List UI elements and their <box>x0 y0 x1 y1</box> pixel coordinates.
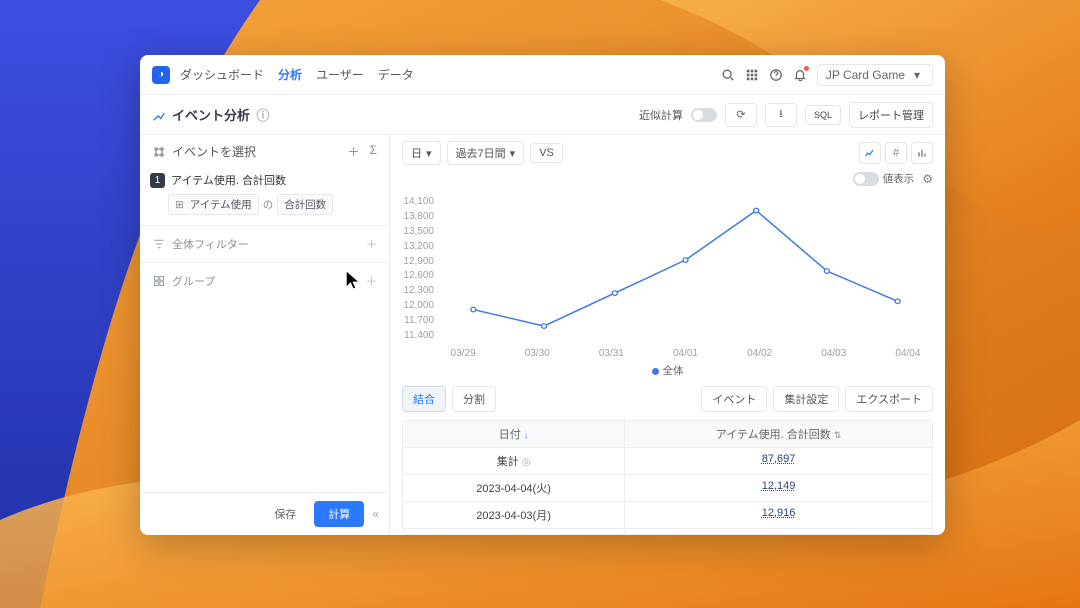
workspace-name: JP Card Game <box>826 68 905 82</box>
download-icon: ⭳ <box>774 108 788 122</box>
chevron-down-icon: ▾ <box>910 68 924 82</box>
page-header: イベント分析 ⓘ 近似計算 ⟳ ⭳ SQL レポート管理 <box>140 95 945 135</box>
add-filter-button[interactable]: ＋ <box>366 236 377 252</box>
filter-icon <box>152 237 166 251</box>
compute-button[interactable]: 計算 <box>314 501 364 527</box>
info-icon[interactable]: ⓘ <box>256 108 270 122</box>
app-topbar: ◑ ダッシュボード 分析 ユーザー データ JP Card Game ▾ <box>140 55 945 95</box>
event-block: 1 アイテム使用. 合計回数 ⊞ アイテム使用 の 合計回数 <box>140 168 389 225</box>
vs-button[interactable]: VS <box>530 143 563 163</box>
table-tab-split[interactable]: 分割 <box>452 386 496 412</box>
chart-type-line-button[interactable] <box>859 142 881 164</box>
time-range-select[interactable]: 過去7日間▾ <box>447 141 525 165</box>
workspace-select[interactable]: JP Card Game ▾ <box>817 64 933 86</box>
bell-icon[interactable] <box>793 68 807 82</box>
chart-type-bar-button[interactable] <box>911 142 933 164</box>
refresh-icon: ⟳ <box>734 108 748 122</box>
row-value[interactable]: 12,916 <box>625 502 932 528</box>
sort-icon: ⇅ <box>834 430 842 440</box>
row-label: 2023-04-04(火) <box>403 475 625 501</box>
event-chip-name[interactable]: ⊞ アイテム使用 <box>168 194 259 215</box>
collapse-left-icon[interactable]: « <box>372 507 379 521</box>
page-title: イベント分析 <box>172 105 250 124</box>
time-grain-select[interactable]: 日▾ <box>402 141 441 165</box>
chart-area: 14,10013,80013,50013,20012,90012,60012,3… <box>390 190 945 359</box>
global-filter-label[interactable]: 全体フィルター <box>172 236 249 252</box>
value-display-toggle[interactable]: 値表示 <box>853 171 915 186</box>
event-chip-metric[interactable]: 合計回数 <box>277 194 333 215</box>
event-picker-icon <box>152 145 166 159</box>
sql-button[interactable]: SQL <box>805 105 841 125</box>
right-panel: 日▾ 過去7日間▾ VS # 値表示 ⚙ 14,10013,800 <box>390 135 945 535</box>
group-label[interactable]: グループ <box>172 273 215 289</box>
left-panel: イベントを選択 ＋ Σ 1 アイテム使用. 合計回数 ⊞ アイテム使用 の <box>140 135 390 535</box>
table-row[interactable]: 2023-04-02(日)13,814 <box>403 528 932 535</box>
table-row[interactable]: 集計 ◎87,697 <box>403 447 932 474</box>
table-action-agg[interactable]: 集計設定 <box>773 386 839 412</box>
row-value[interactable]: 13,814 <box>625 529 932 535</box>
help-icon[interactable] <box>769 68 783 82</box>
table-action-event[interactable]: イベント <box>701 386 767 412</box>
apps-grid-icon[interactable] <box>745 68 759 82</box>
download-button[interactable]: ⭳ <box>765 103 797 127</box>
table-action-export[interactable]: エクスポート <box>845 386 933 412</box>
chart-y-axis: 14,10013,80013,50013,20012,90012,60012,3… <box>402 194 438 359</box>
event-title[interactable]: アイテム使用. 合計回数 <box>171 172 286 188</box>
row-value[interactable]: 87,697 <box>625 448 932 474</box>
add-group-button[interactable]: ＋ <box>366 273 377 289</box>
group-icon <box>152 274 166 288</box>
data-table: 日付 ↓ アイテム使用. 合計回数 ⇅ 集計 ◎87,6972023-04-04… <box>402 420 933 535</box>
search-icon[interactable] <box>721 68 735 82</box>
refresh-button[interactable]: ⟳ <box>725 103 757 127</box>
chart-settings-icon[interactable]: ⚙ <box>922 172 933 186</box>
table-row[interactable]: 2023-04-03(月)12,916 <box>403 501 932 528</box>
app-window: ◑ ダッシュボード 分析 ユーザー データ JP Card Game ▾ <box>140 55 945 535</box>
row-label: 集計 ◎ <box>403 448 625 474</box>
table-col-date[interactable]: 日付 ↓ <box>403 421 625 447</box>
chart-legend: 全体 <box>390 363 945 378</box>
row-label: 2023-04-02(日) <box>403 529 625 535</box>
sum-button[interactable]: Σ <box>370 143 377 160</box>
chart-x-axis: 03/2903/3003/3104/0104/0204/0304/04 <box>426 348 945 359</box>
table-row[interactable]: 2023-04-04(火)12,149 <box>403 474 932 501</box>
chevron-down-icon: ▾ <box>510 147 516 160</box>
nav-tab-data[interactable]: データ <box>378 66 414 83</box>
app-logo[interactable]: ◑ <box>152 66 170 84</box>
chart-type-num-button[interactable]: # <box>885 142 907 164</box>
event-index-badge: 1 <box>150 173 165 188</box>
table-col-value[interactable]: アイテム使用. 合計回数 ⇅ <box>625 421 932 447</box>
chip-prefix-icon: ⊞ <box>175 199 184 211</box>
select-event-label: イベントを選択 <box>172 143 256 160</box>
left-footer: 保存 計算 « <box>140 492 389 535</box>
nav-tabs: ダッシュボード 分析 ユーザー データ <box>180 66 414 83</box>
event-analysis-icon <box>152 108 166 122</box>
sort-asc-icon: ↓ <box>524 430 529 440</box>
chip-conj: の <box>263 197 274 212</box>
chart-plot[interactable] <box>438 194 933 359</box>
nav-tab-dashboard[interactable]: ダッシュボード <box>180 66 264 83</box>
agg-marker-icon: ◎ <box>522 457 531 468</box>
nav-tab-analysis[interactable]: 分析 <box>278 66 302 83</box>
report-manage-button[interactable]: レポート管理 <box>849 102 933 128</box>
chevron-down-icon: ▾ <box>426 147 432 160</box>
nav-tab-users[interactable]: ユーザー <box>316 66 364 83</box>
table-tab-merge[interactable]: 結合 <box>402 386 446 412</box>
row-value[interactable]: 12,149 <box>625 475 932 501</box>
add-event-button[interactable]: ＋ <box>348 143 360 160</box>
save-button[interactable]: 保存 <box>264 501 306 527</box>
approx-calc-toggle[interactable] <box>691 108 717 122</box>
approx-calc-label: 近似計算 <box>639 107 683 123</box>
row-label: 2023-04-03(月) <box>403 502 625 528</box>
